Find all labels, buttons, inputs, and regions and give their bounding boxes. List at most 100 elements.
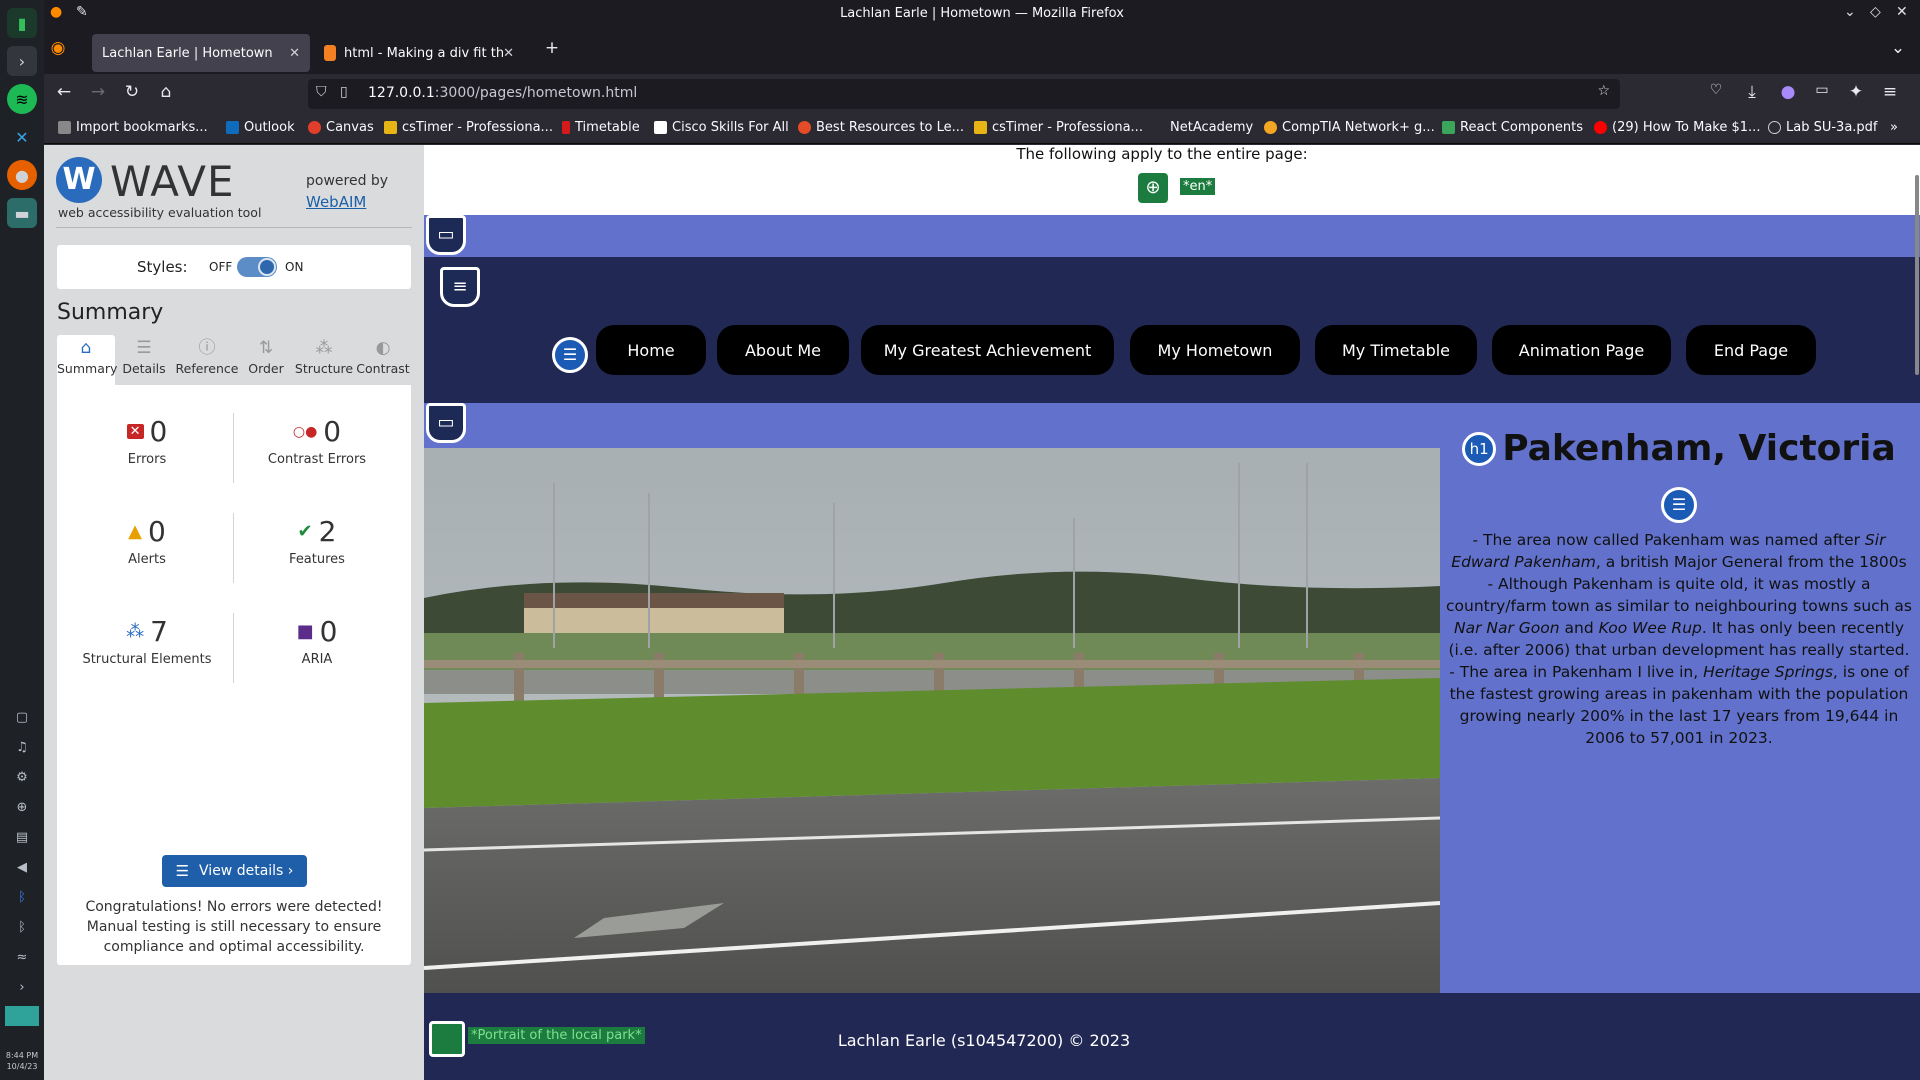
bookmark-import[interactable]: Import bookmarks... bbox=[58, 120, 208, 135]
webaim-link[interactable]: WebAIM bbox=[306, 193, 366, 211]
list-icon: ☰ bbox=[175, 862, 190, 880]
nav-my-hometown[interactable]: My Hometown bbox=[1130, 325, 1300, 375]
bookmark-comptia[interactable]: CompTIA Network+ g... bbox=[1264, 120, 1435, 135]
volume-icon[interactable]: ◀ bbox=[11, 856, 33, 878]
view-details-button[interactable]: ☰ View details › bbox=[162, 855, 307, 887]
info-icon: ⓘ bbox=[198, 338, 216, 358]
bookmark-react[interactable]: React Components bbox=[1442, 120, 1583, 135]
nav-my-timetable[interactable]: My Timetable bbox=[1315, 325, 1477, 375]
shield-icon[interactable]: ⛉ bbox=[316, 84, 327, 100]
stat-structural[interactable]: ⁂ 7 Structural Elements bbox=[67, 615, 227, 667]
site-header: ≡ ☰ Home About Me My Greatest Achievemen… bbox=[424, 257, 1920, 403]
url-text[interactable]: 127.0.0.1:3000/pages/hometown.html bbox=[368, 85, 637, 101]
stat-alerts[interactable]: ▲ 0 Alerts bbox=[67, 515, 227, 567]
close-window-icon[interactable]: ✕ bbox=[1896, 4, 1908, 20]
list-tabs-icon[interactable]: ⌄ bbox=[1886, 38, 1910, 58]
tab-hometown[interactable]: Lachlan Earle | Hometown ✕ bbox=[92, 34, 310, 72]
nav-about-me[interactable]: About Me bbox=[717, 325, 849, 375]
bookmark-resources[interactable]: Best Resources to Le... bbox=[798, 120, 964, 135]
nav-animation-page[interactable]: Animation Page bbox=[1492, 325, 1671, 375]
update-icon[interactable]: ⊕ bbox=[11, 796, 33, 818]
tab-summary[interactable]: ⌂ Summary bbox=[57, 335, 117, 385]
page-scrollbar[interactable] bbox=[1914, 145, 1920, 1080]
unordered-list-icon[interactable]: ☰ bbox=[552, 337, 588, 373]
nav-end-page[interactable]: End Page bbox=[1686, 325, 1816, 375]
terminal-icon[interactable]: › bbox=[7, 46, 37, 76]
globe-icon bbox=[1768, 121, 1781, 134]
vscode-icon[interactable]: ✕ bbox=[7, 122, 37, 152]
extensions-icon[interactable]: ✦ bbox=[1844, 82, 1868, 102]
downloads-icon[interactable]: ⤓ bbox=[1740, 82, 1764, 102]
scrollbar-thumb[interactable] bbox=[1915, 175, 1919, 375]
bluetooth-icon[interactable]: ᛒ bbox=[11, 886, 33, 908]
more-bookmarks-icon[interactable]: » bbox=[1890, 120, 1898, 135]
language-tag[interactable]: *en* bbox=[1180, 178, 1216, 195]
tab-details[interactable]: ☰ Details bbox=[115, 335, 173, 385]
wifi-icon[interactable]: ≈ bbox=[11, 946, 33, 968]
stat-contrast-errors[interactable]: ○● 0 Contrast Errors bbox=[237, 415, 397, 467]
bookmark-cstimer-1[interactable]: csTimer - Professiona... bbox=[384, 120, 553, 135]
account-icon[interactable]: ● bbox=[1776, 82, 1800, 102]
back-icon[interactable]: ← bbox=[52, 82, 76, 102]
timetable-icon bbox=[562, 121, 570, 134]
page-heading-row: h1 Pakenham, Victoria bbox=[1444, 428, 1914, 469]
files-icon[interactable]: ▬ bbox=[7, 198, 37, 228]
manjaro-icon[interactable]: ▮ bbox=[7, 8, 37, 38]
tab-contrast[interactable]: ◐ Contrast bbox=[355, 335, 411, 385]
sidebar-icon[interactable]: ▭ bbox=[1810, 82, 1834, 98]
os-clock[interactable]: 8:44 PM 10/4/23 bbox=[0, 1050, 44, 1072]
tab-stackoverflow[interactable]: html - Making a div fit the ✕ bbox=[314, 34, 524, 72]
stat-errors[interactable]: ✕ 0 Errors bbox=[67, 415, 227, 467]
divider bbox=[233, 513, 234, 583]
home-icon[interactable]: ⌂ bbox=[154, 82, 178, 102]
nav-region-icon[interactable]: ≡ bbox=[440, 267, 480, 307]
unordered-list-icon[interactable]: ☰ bbox=[1661, 487, 1697, 523]
forward-icon[interactable]: → bbox=[86, 82, 110, 102]
styles-toggle[interactable] bbox=[237, 257, 277, 277]
bluetooth-2-icon[interactable]: ᛒ bbox=[11, 916, 33, 938]
settings-icon[interactable]: ⚙ bbox=[11, 766, 33, 788]
new-tab-icon[interactable]: + bbox=[540, 38, 564, 58]
bookmark-canvas[interactable]: Canvas bbox=[308, 120, 374, 135]
page-heading: Pakenham, Victoria bbox=[1502, 428, 1896, 469]
close-tab-icon[interactable]: ✕ bbox=[289, 46, 300, 61]
page-info-icon[interactable]: ▯ bbox=[340, 84, 348, 100]
stat-features[interactable]: ✔ 2 Features bbox=[237, 515, 397, 567]
bookmark-outlook[interactable]: Outlook bbox=[226, 120, 295, 135]
bookmark-cstimer-2[interactable]: csTimer - Professiona... bbox=[974, 120, 1143, 135]
summary-panel: ✕ 0 Errors ○● 0 Contrast Errors ▲ 0 Alerts … bbox=[57, 385, 411, 965]
bookmark-cisco[interactable]: Cisco Skills For All bbox=[654, 120, 789, 135]
tab-reference[interactable]: ⓘ Reference bbox=[175, 335, 239, 385]
maximize-icon[interactable]: ◇ bbox=[1870, 4, 1881, 20]
firefox-icon[interactable]: ● bbox=[7, 160, 37, 190]
cstimer-icon bbox=[384, 121, 397, 134]
menu-icon[interactable]: ≡ bbox=[1878, 82, 1902, 102]
header-region-icon[interactable]: ▭ bbox=[426, 215, 466, 255]
tab-structure[interactable]: ⁂ Structure bbox=[293, 335, 355, 385]
clipboard-icon[interactable]: ▤ bbox=[11, 826, 33, 848]
stat-aria[interactable]: ■ 0 ARIA bbox=[237, 615, 397, 667]
pocket-icon[interactable]: ♡ bbox=[1704, 82, 1728, 98]
spotify-icon[interactable]: ≋ bbox=[7, 84, 37, 114]
bookmark-timetable[interactable]: Timetable bbox=[562, 120, 640, 135]
bookmark-star-icon[interactable]: ☆ bbox=[1597, 83, 1610, 99]
notifications-icon[interactable]: ♫ bbox=[11, 736, 33, 758]
home-icon: ⌂ bbox=[80, 338, 92, 358]
reload-icon[interactable]: ↻ bbox=[120, 82, 144, 102]
main-region-icon[interactable]: ▭ bbox=[426, 403, 466, 443]
bookmark-youtube[interactable]: (29) How To Make $1... bbox=[1594, 120, 1760, 135]
nav-home[interactable]: Home bbox=[596, 325, 706, 375]
window-icon[interactable]: ▢ bbox=[11, 706, 33, 728]
bookmark-lab-pdf[interactable]: Lab SU-3a.pdf bbox=[1768, 120, 1878, 135]
h1-badge-icon[interactable]: h1 bbox=[1462, 431, 1497, 466]
minimize-icon[interactable]: ⌄ bbox=[1844, 4, 1856, 20]
workspace-indicator[interactable] bbox=[5, 1006, 39, 1026]
url-bar[interactable]: ⛉ ▯ 127.0.0.1:3000/pages/hometown.html ☆ bbox=[308, 79, 1620, 109]
tab-order[interactable]: ⇅ Order bbox=[241, 335, 291, 385]
firefox-view-icon[interactable]: ◉ bbox=[46, 38, 70, 58]
globe-icon[interactable]: ⊕ bbox=[1138, 173, 1168, 203]
expand-icon[interactable]: › bbox=[11, 976, 33, 998]
nav-greatest-achievement[interactable]: My Greatest Achievement bbox=[861, 325, 1114, 375]
close-tab-icon[interactable]: ✕ bbox=[503, 46, 514, 61]
bookmark-netacademy[interactable]: NetAcademy bbox=[1152, 120, 1253, 135]
